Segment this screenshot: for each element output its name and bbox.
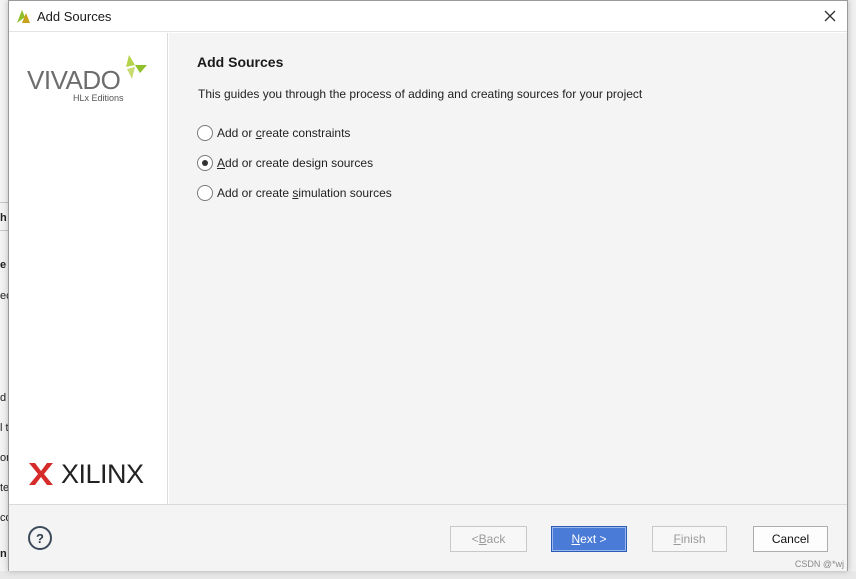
close-icon: [824, 10, 836, 22]
option-label: Add or create design sources: [217, 156, 374, 170]
help-icon: ?: [36, 530, 44, 546]
background-right-edge: [848, 0, 856, 579]
radio-simulation-sources[interactable]: [197, 185, 213, 201]
radio-design-sources[interactable]: [197, 155, 213, 171]
radio-constraints[interactable]: [197, 125, 213, 141]
finish-button[interactable]: Finish: [652, 526, 727, 552]
option-design-sources[interactable]: Add or create design sources: [197, 155, 373, 171]
wizard-sidebar: VIVADO HLx Editions XILINX: [9, 33, 168, 504]
close-button[interactable]: [819, 5, 841, 27]
watermark: CSDN @*wj: [794, 559, 844, 569]
wizard-footer: ? < Back Next > Finish Cancel: [9, 504, 847, 571]
vivado-logo: VIVADO HLx Editions: [27, 53, 157, 107]
add-sources-dialog: Add Sources VIVADO HLx Editions XILINX A…: [8, 0, 848, 571]
option-label: Add or create simulation sources: [217, 186, 392, 200]
page-description: This guides you through the process of a…: [198, 87, 643, 101]
option-label: Add or create constraints: [217, 126, 351, 140]
xilinx-x-icon: [29, 463, 53, 485]
title-bar: Add Sources: [9, 1, 847, 32]
option-simulation-sources[interactable]: Add or create simulation sources: [197, 185, 392, 201]
back-button[interactable]: < Back: [450, 526, 527, 552]
vivado-edition: HLx Editions: [73, 93, 124, 103]
xilinx-wordmark: XILINX: [61, 459, 144, 489]
vivado-leaf-icon: [126, 55, 147, 79]
xilinx-logo: XILINX: [29, 459, 159, 489]
background-bottom-edge: [0, 571, 856, 579]
vivado-wordmark: VIVADO: [27, 65, 121, 95]
wizard-content: Add Sources This guides you through the …: [169, 33, 847, 504]
option-constraints[interactable]: Add or create constraints: [197, 125, 350, 141]
vivado-app-icon: [16, 8, 32, 24]
cancel-button[interactable]: Cancel: [753, 526, 828, 552]
next-button[interactable]: Next >: [551, 526, 627, 552]
help-button[interactable]: ?: [28, 526, 52, 550]
page-heading: Add Sources: [197, 54, 284, 70]
window-title: Add Sources: [37, 9, 112, 24]
